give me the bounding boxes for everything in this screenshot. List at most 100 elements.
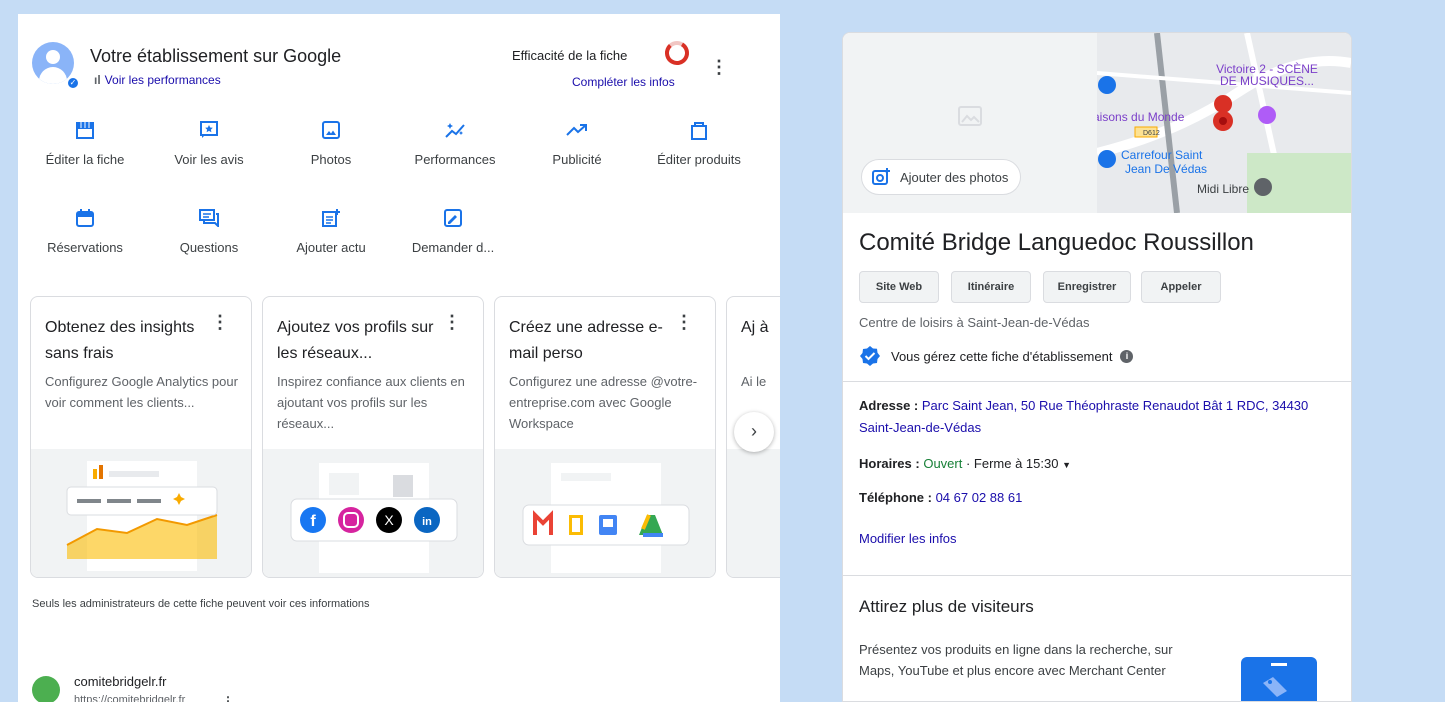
address-label: Adresse : xyxy=(859,398,919,413)
promo-title: Attirez plus de visiteurs xyxy=(859,597,1034,616)
divider xyxy=(843,575,1351,576)
svg-text:DE MUSIQUES...: DE MUSIQUES... xyxy=(1220,74,1314,88)
card-description: Configurez Google Analytics pour voir co… xyxy=(45,374,238,410)
admin-note: Seuls les administrateurs de cette fiche… xyxy=(32,598,370,610)
phone-row: Téléphone : 04 67 02 88 61 xyxy=(859,487,1329,509)
map-header[interactable]: D612 Victoire 2 - SCÈNE DE MUSIQUES... a… xyxy=(843,33,1351,213)
modify-info-link[interactable]: Modifier les infos xyxy=(859,531,957,546)
storefront-icon xyxy=(76,122,94,139)
caret-down-icon[interactable]: ▼ xyxy=(1062,460,1071,470)
photo-icon xyxy=(322,121,340,139)
next-card-button[interactable]: › xyxy=(734,412,774,452)
card-more-icon[interactable]: ⋮ xyxy=(675,313,693,331)
verified-badge-icon: ✓ xyxy=(66,76,80,90)
action-label: Publicité xyxy=(552,152,602,167)
hours-status: Ouvert xyxy=(923,456,963,471)
business-name: Comité Bridge Languedoc Roussillon xyxy=(859,229,1254,256)
page-title: Votre établissement sur Google xyxy=(90,46,342,66)
call-button[interactable]: Appeler xyxy=(1141,271,1221,303)
action-label: Voir les avis xyxy=(174,152,244,167)
svg-text:X: X xyxy=(384,512,394,528)
divider xyxy=(843,381,1351,382)
social-illustration: f X in xyxy=(263,449,483,577)
knowledge-panel: D612 Victoire 2 - SCÈNE DE MUSIQUES... a… xyxy=(842,32,1352,702)
request-review-icon xyxy=(444,209,462,227)
sparkle-chart-icon xyxy=(445,123,465,138)
action-edit-profile[interactable]: Éditer la fiche xyxy=(30,118,140,167)
star-review-icon xyxy=(200,121,218,138)
svg-text:Carrefour Saint: Carrefour Saint xyxy=(1121,148,1203,162)
svg-text:in: in xyxy=(422,516,432,528)
managed-notice: Vous gérez cette fiche d'établissement i xyxy=(859,345,1134,367)
info-icon[interactable]: i xyxy=(1120,349,1134,363)
svg-text:Midi Libre: Midi Libre xyxy=(1197,182,1249,196)
phone-value[interactable]: 04 67 02 88 61 xyxy=(936,490,1023,505)
save-button[interactable]: Enregistrer xyxy=(1043,271,1131,303)
website-more-icon[interactable]: ⋮ xyxy=(222,692,234,702)
svg-text:D612: D612 xyxy=(1143,130,1160,137)
action-photos[interactable]: Photos xyxy=(276,118,386,167)
action-label: Photos xyxy=(310,152,352,167)
card-description: Configurez une adresse @votre-entreprise… xyxy=(509,374,698,431)
hours-close: · Ferme à 15:30 xyxy=(965,456,1059,471)
hours-row[interactable]: Horaires : Ouvert · Ferme à 15:30 ▼ xyxy=(859,453,1329,476)
svg-text:Jean De Védas: Jean De Védas xyxy=(1125,162,1207,176)
action-questions[interactable]: Questions xyxy=(154,206,264,255)
add-photos-label: Ajouter des photos xyxy=(900,169,1009,185)
action-label: Demander d... xyxy=(411,240,495,255)
add-photos-button[interactable]: Ajouter des photos xyxy=(861,159,1022,195)
verified-check-icon xyxy=(860,346,880,366)
action-reservations[interactable]: Réservations xyxy=(30,206,140,255)
action-label: Performances xyxy=(414,152,496,167)
directions-button[interactable]: Itinéraire xyxy=(951,271,1031,303)
website-name[interactable]: comitebridgelr.fr xyxy=(74,674,166,689)
card-title: Aj à xyxy=(741,319,769,336)
card-more-icon[interactable]: ⋮ xyxy=(443,313,461,331)
phone-label: Téléphone : xyxy=(859,490,932,505)
address-row: Adresse : Parc Saint Jean, 50 Rue Théoph… xyxy=(859,395,1329,439)
card-description: Ai le xyxy=(741,374,767,389)
map[interactable]: D612 Victoire 2 - SCÈNE DE MUSIQUES... a… xyxy=(1093,33,1351,213)
shopping-bag-icon xyxy=(691,122,707,140)
website-button[interactable]: Site Web xyxy=(859,271,939,303)
workspace-illustration xyxy=(495,449,715,577)
card-description: Inspirez confiance aux clients en ajouta… xyxy=(277,374,465,431)
action-label: Questions xyxy=(179,240,239,255)
calendar-icon xyxy=(76,209,94,227)
performance-link-label: Voir les performances xyxy=(104,73,221,87)
analytics-illustration xyxy=(31,449,251,577)
managed-text: Vous gérez cette fiche d'établissement xyxy=(891,348,1113,364)
card-title: Ajoutez vos profils sur les réseaux... xyxy=(277,319,434,362)
complete-info-link[interactable]: Compléter les infos xyxy=(572,75,675,89)
promo-description: Présentez vos produits en ligne dans la … xyxy=(859,642,1173,678)
action-label: Éditer produits xyxy=(657,152,741,167)
hours-label: Horaires : xyxy=(859,456,920,471)
trending-up-icon xyxy=(566,124,587,136)
bar-chart-icon: ıl xyxy=(94,73,101,87)
chat-icon xyxy=(199,209,219,227)
action-label: Éditer la fiche xyxy=(45,152,125,167)
action-add-post[interactable]: Ajouter actu xyxy=(276,206,386,255)
card-more-icon[interactable]: ⋮ xyxy=(211,313,229,331)
card-analytics[interactable]: Obtenez des insights sans frais ⋮ Config… xyxy=(30,296,252,578)
card-workspace-email[interactable]: Créez une adresse e-mail perso ⋮ Configu… xyxy=(494,296,716,578)
action-label: Ajouter actu xyxy=(296,240,366,255)
website-logo xyxy=(32,676,60,702)
website-url[interactable]: https://comitebridgelr.fr xyxy=(74,694,185,702)
chevron-right-icon: › xyxy=(751,421,757,441)
address-value[interactable]: Parc Saint Jean, 50 Rue Théophraste Rena… xyxy=(859,398,1308,435)
more-options-icon[interactable]: ⋮ xyxy=(710,58,728,76)
efficiency-label: Efficacité de la fiche xyxy=(512,48,628,63)
svg-text:aisons du Monde: aisons du Monde xyxy=(1097,110,1185,124)
action-view-reviews[interactable]: Voir les avis xyxy=(154,118,264,167)
efficiency-ring-icon xyxy=(665,41,689,65)
action-request-reviews[interactable]: Demander d... xyxy=(398,206,508,255)
action-performances[interactable]: Performances xyxy=(400,118,510,167)
business-overview-panel: ✓ Votre établissement sur Google ıl Voir … xyxy=(18,14,780,702)
performance-link[interactable]: ıl Voir les performances xyxy=(94,73,221,87)
card-social-profiles[interactable]: Ajoutez vos profils sur les réseaux... ⋮… xyxy=(262,296,484,578)
card-title: Obtenez des insights sans frais xyxy=(45,319,195,362)
action-edit-products[interactable]: Éditer produits xyxy=(644,118,754,167)
action-advertising[interactable]: Publicité xyxy=(522,118,632,167)
add-post-icon xyxy=(322,209,340,227)
